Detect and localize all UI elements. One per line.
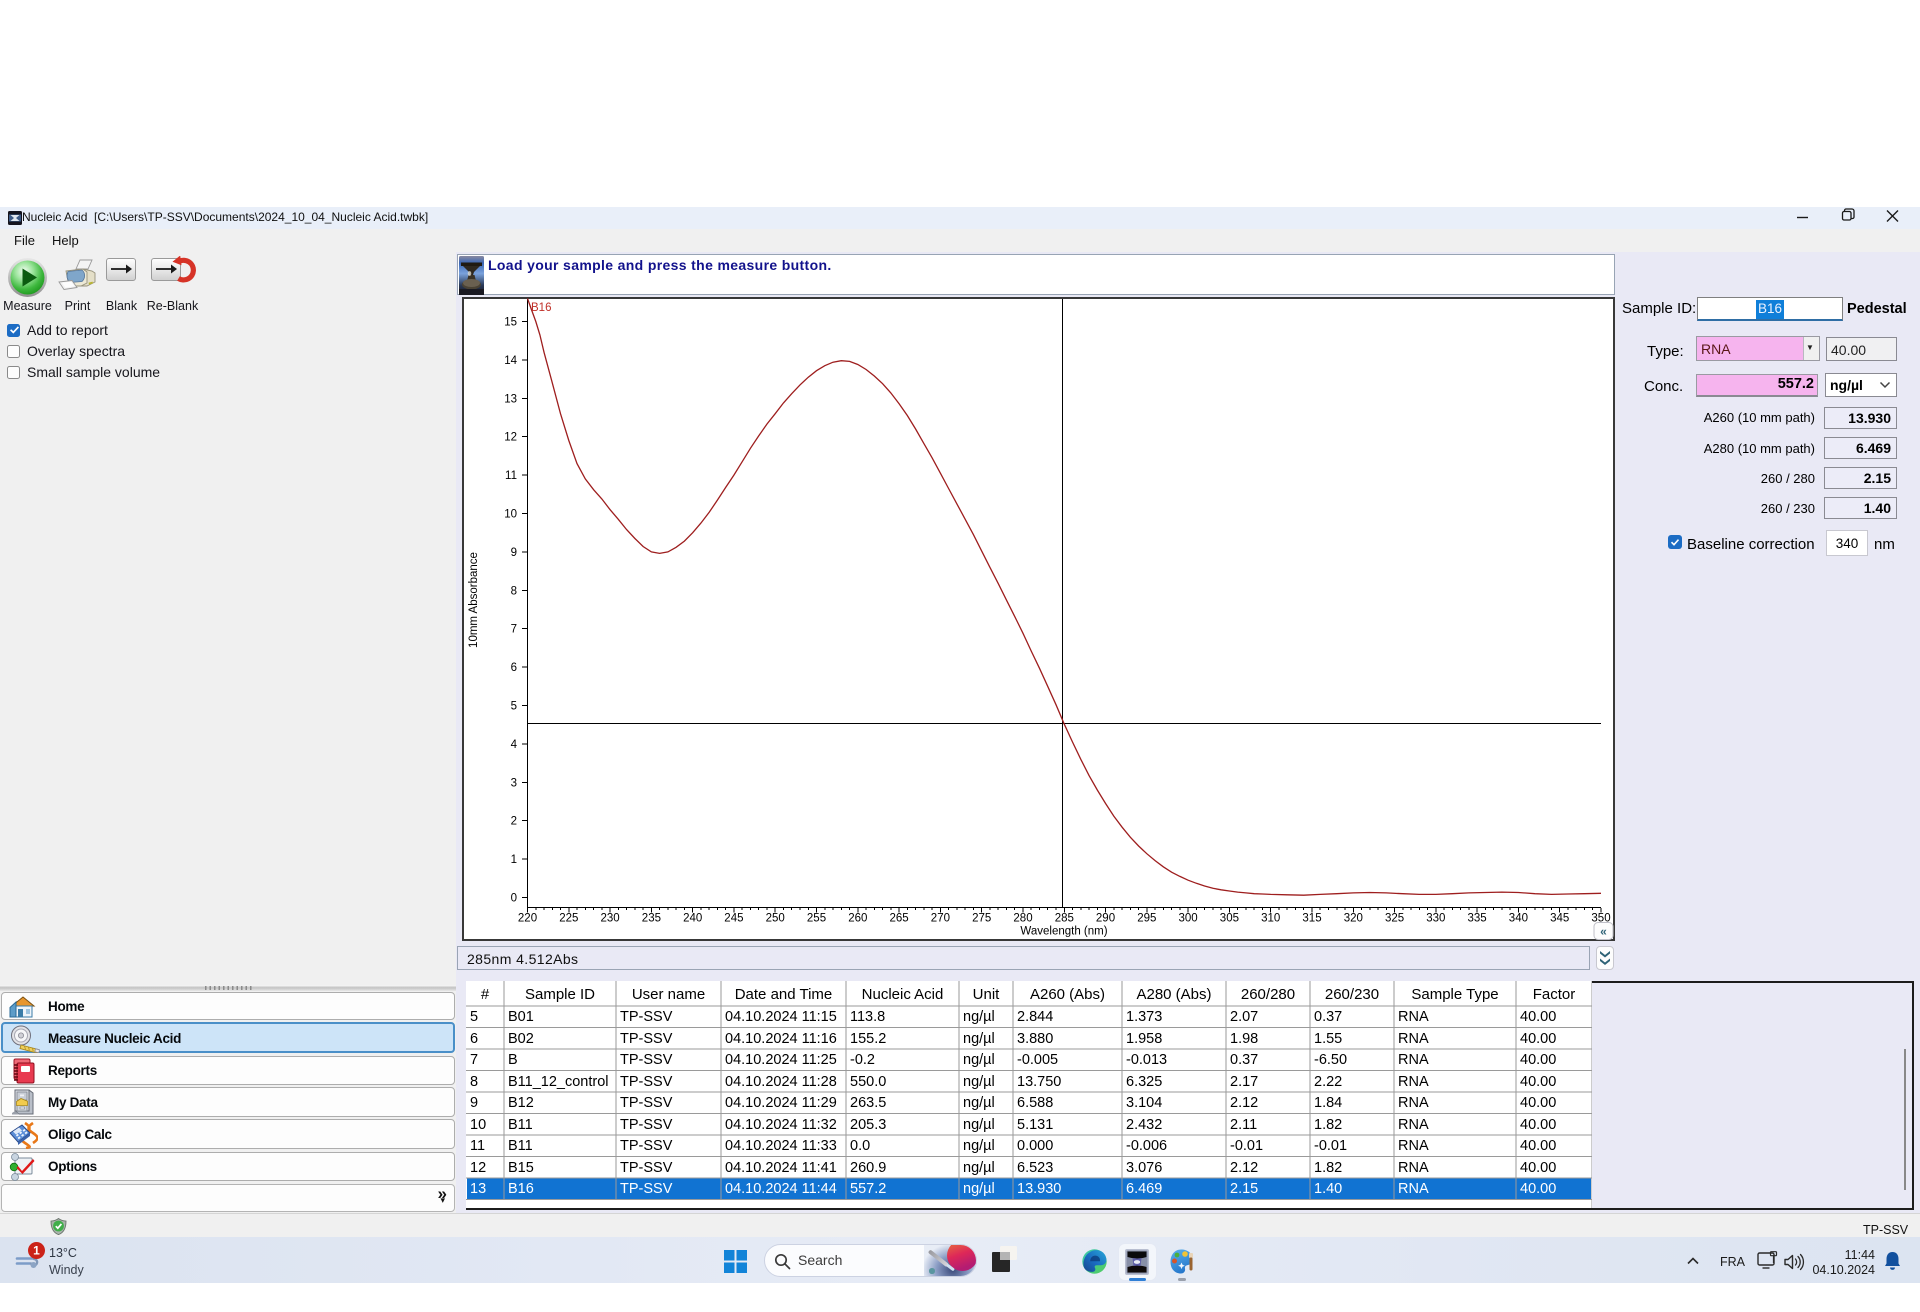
svg-text:230: 230 (601, 913, 620, 925)
svg-text:2: 2 (511, 816, 517, 828)
svg-text:Wavelength (nm): Wavelength (nm) (1020, 926, 1107, 938)
svg-text:250: 250 (766, 913, 785, 925)
svg-text:310: 310 (1261, 913, 1280, 925)
svg-text:300: 300 (1179, 913, 1198, 925)
svg-text:285: 285 (1055, 913, 1074, 925)
svg-text:4: 4 (511, 739, 518, 751)
svg-text:290: 290 (1096, 913, 1115, 925)
svg-text:«: « (1600, 925, 1607, 939)
svg-text:9: 9 (511, 547, 517, 559)
svg-text:15: 15 (504, 317, 517, 329)
svg-text:12: 12 (504, 432, 517, 444)
svg-text:10: 10 (504, 509, 517, 521)
svg-text:7: 7 (511, 624, 517, 636)
svg-text:295: 295 (1137, 913, 1156, 925)
svg-text:5: 5 (511, 701, 517, 713)
svg-text:260: 260 (848, 913, 867, 925)
svg-text:235: 235 (642, 913, 661, 925)
svg-text:240: 240 (683, 913, 702, 925)
svg-text:245: 245 (724, 913, 743, 925)
svg-text:1: 1 (33, 1244, 40, 1258)
svg-text:255: 255 (807, 913, 826, 925)
svg-text:315: 315 (1302, 913, 1321, 925)
svg-text:10mm Absorbance: 10mm Absorbance (468, 552, 480, 648)
svg-text:0: 0 (511, 893, 517, 905)
svg-text:280: 280 (1013, 913, 1032, 925)
svg-text:14: 14 (504, 355, 517, 367)
svg-text:B16: B16 (531, 302, 551, 314)
svg-text:275: 275 (972, 913, 991, 925)
svg-text:265: 265 (890, 913, 909, 925)
svg-text:225: 225 (559, 913, 578, 925)
svg-text:320: 320 (1344, 913, 1363, 925)
svg-text:305: 305 (1220, 913, 1239, 925)
svg-text:330: 330 (1426, 913, 1445, 925)
svg-text:13: 13 (504, 393, 517, 405)
svg-text:8: 8 (511, 585, 517, 597)
svg-text:325: 325 (1385, 913, 1404, 925)
svg-text:345: 345 (1550, 913, 1569, 925)
svg-text:3: 3 (511, 777, 517, 789)
svg-text:335: 335 (1468, 913, 1487, 925)
svg-text:6: 6 (511, 662, 517, 674)
svg-text:270: 270 (931, 913, 950, 925)
svg-text:1: 1 (511, 854, 517, 866)
svg-text:11: 11 (505, 470, 517, 482)
svg-text:340: 340 (1509, 913, 1528, 925)
svg-text:220: 220 (518, 913, 537, 925)
